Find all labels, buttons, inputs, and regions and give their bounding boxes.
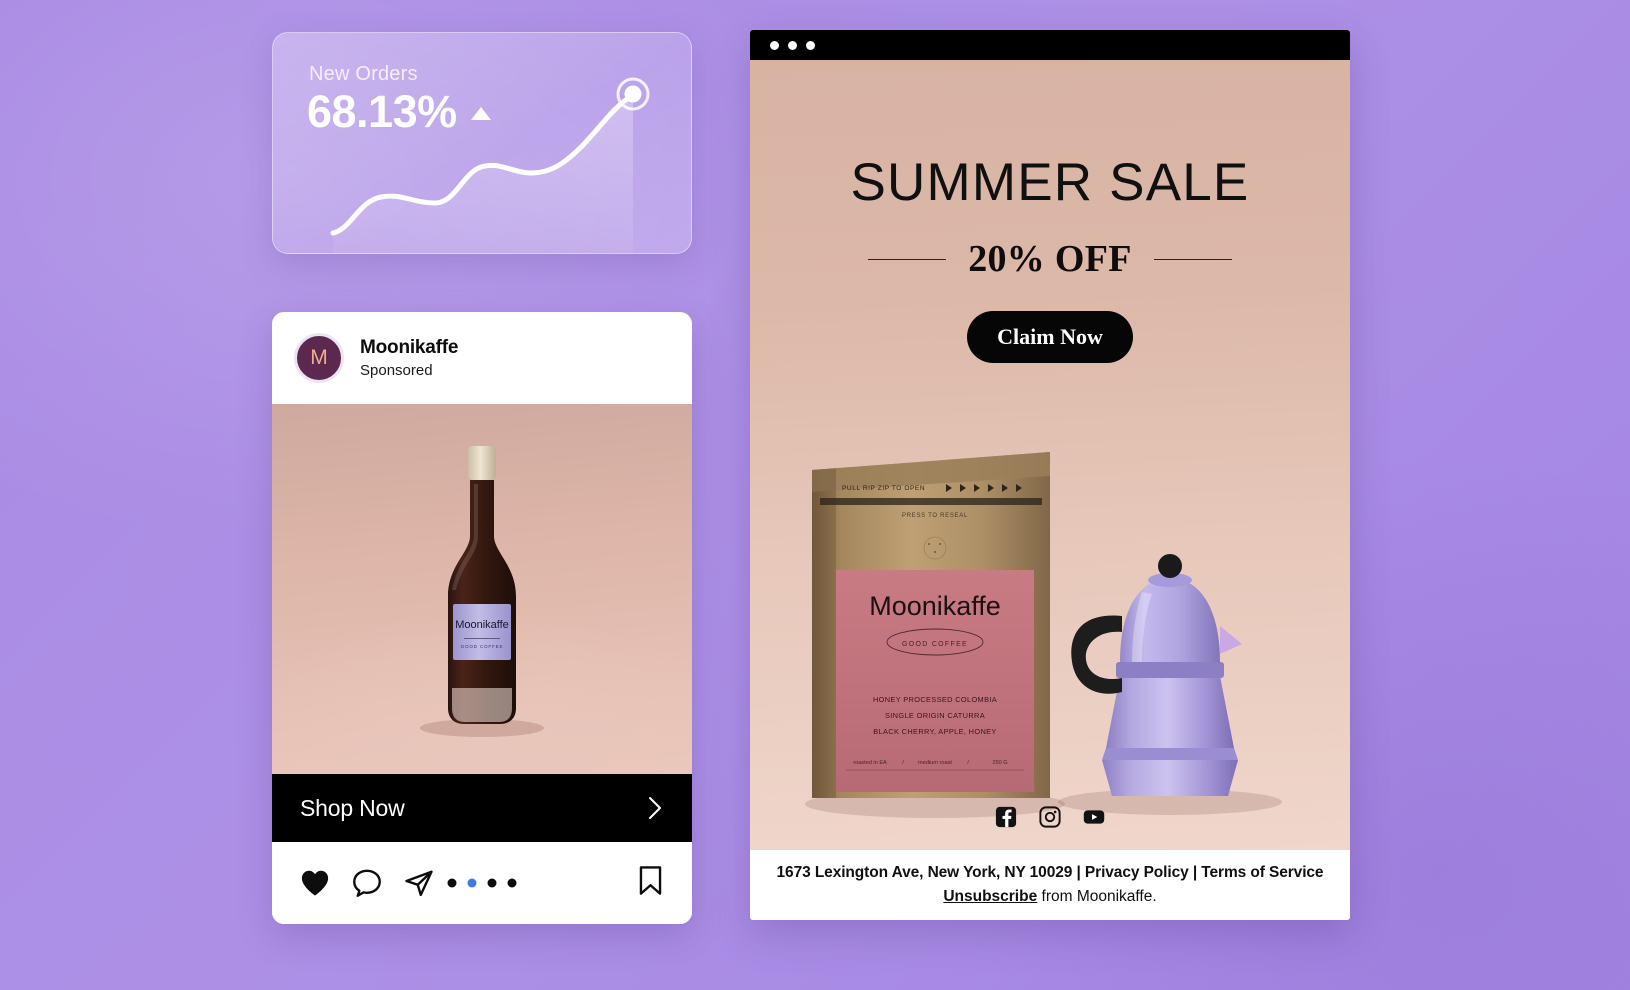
claim-now-button[interactable]: Claim Now: [967, 311, 1133, 363]
bag-detail-line: BLACK CHERRY, APPLE, HONEY: [873, 727, 996, 736]
bag-zip-text: PULL RIP ZIP TO OPEN: [842, 485, 925, 492]
stat-value: 68.13%: [307, 86, 457, 137]
pot-lower-body: [1106, 676, 1234, 748]
bottle-base-highlight: [452, 688, 512, 722]
pot-middle-band: [1116, 662, 1224, 678]
post-product-image[interactable]: Moonikaffe GOOD COFFEE: [272, 404, 692, 774]
new-orders-stat-card: New Orders 68.13%: [272, 32, 692, 254]
triangle-up-icon: [470, 107, 491, 120]
window-dot[interactable]: [788, 40, 797, 50]
email-body: SUMMER SALE 20% OFF Claim Now PULL RIP Z…: [750, 60, 1350, 850]
pot-spout: [1220, 626, 1242, 654]
carousel-dot-active[interactable]: [467, 878, 477, 888]
bottle-label-brand: Moonikaffe: [455, 619, 509, 631]
youtube-icon[interactable]: [1083, 806, 1105, 828]
carousel-dot[interactable]: [447, 878, 457, 888]
instagram-icon[interactable]: [1039, 806, 1061, 828]
post-account-name[interactable]: Moonikaffe: [360, 337, 458, 359]
coffee-bottle-illustration: Moonikaffe GOOD COFFEE: [420, 446, 544, 737]
email-headline: SUMMER SALE: [850, 153, 1250, 212]
product-illustration: PULL RIP ZIP TO OPEN PRESS TO RESEAL Moo…: [805, 452, 1282, 818]
bookmark-icon[interactable]: [637, 865, 664, 896]
bag-side-gusset: [812, 468, 836, 798]
social-post-card: M Moonikaffe Sponsored Moonikaffe GOOD C…: [272, 312, 692, 924]
coffee-bag: PULL RIP ZIP TO OPEN PRESS TO RESEAL Moo…: [812, 452, 1050, 798]
email-subheadline-row: 20% OFF: [750, 237, 1350, 281]
bookmark-icon-wrap[interactable]: [637, 865, 664, 901]
bag-footer-left: roasted in EA: [853, 760, 887, 766]
bottle-label-rule: [464, 638, 500, 639]
unsubscribe-rest: from Moonikaffe.: [1037, 888, 1157, 905]
bag-label-sub: GOOD COFFEE: [902, 641, 968, 648]
divider-line-right: [1153, 258, 1232, 260]
bag-detail-line: HONEY PROCESSED COLOMBIA: [873, 695, 997, 704]
post-sponsored-label: Sponsored: [360, 362, 433, 379]
email-window-titlebar: [750, 30, 1350, 60]
post-header-text: Moonikaffe Sponsored: [360, 337, 458, 379]
left-column: New Orders 68.13% M Moonikaffe Sponsored: [272, 32, 692, 924]
post-action-icons: [300, 868, 434, 898]
bottle-label-sub: GOOD COFFEE: [461, 644, 504, 649]
chevron-right-icon[interactable]: [646, 795, 664, 821]
pot-base: [1102, 760, 1238, 796]
avatar[interactable]: M: [294, 333, 344, 383]
email-preview-card: SUMMER SALE 20% OFF Claim Now PULL RIP Z…: [750, 30, 1350, 920]
pot-knob: [1158, 554, 1182, 578]
carousel-dot[interactable]: [507, 878, 517, 888]
bag-footer-right: 250 G: [992, 760, 1007, 766]
facebook-icon[interactable]: [995, 806, 1017, 828]
pot-handle: [1071, 615, 1122, 694]
bag-reseal-text: PRESS TO RESEAL: [902, 513, 968, 519]
bag-detail-line: SINGLE ORIGIN CATURRA: [885, 711, 985, 720]
bag-footer-mid: medium roast: [918, 760, 952, 766]
like-icon[interactable]: [300, 869, 330, 897]
email-social-icons: [750, 806, 1350, 828]
divider-line-left: [868, 258, 947, 260]
share-icon[interactable]: [404, 868, 434, 898]
bottle-label: [453, 604, 511, 660]
pot-base-rim: [1102, 748, 1238, 760]
footer-unsubscribe-line: Unsubscribe from Moonikaffe.: [943, 888, 1156, 906]
bottle-cork: [468, 446, 496, 480]
shop-now-label: Shop Now: [300, 794, 405, 821]
bag-zip-strip: [820, 498, 1042, 505]
shop-now-cta-bar[interactable]: Shop Now: [272, 774, 692, 842]
bottle-body: [448, 480, 516, 724]
email-subheadline: 20% OFF: [968, 238, 1132, 280]
email-footer: 1673 Lexington Ave, New York, NY 10029 |…: [750, 850, 1350, 920]
post-action-bar: [272, 842, 692, 924]
window-dot[interactable]: [806, 40, 815, 50]
sparkline-endpoint-dot: [624, 85, 642, 103]
carousel-dots[interactable]: [447, 878, 517, 888]
stat-value-row: 68.13%: [307, 89, 491, 134]
avatar-letter: M: [310, 346, 328, 369]
comment-icon[interactable]: [352, 868, 382, 898]
stat-label: New Orders: [309, 63, 418, 85]
bag-label-brand: Moonikaffe: [869, 591, 1001, 621]
window-dot[interactable]: [770, 40, 779, 50]
unsubscribe-link[interactable]: Unsubscribe: [943, 888, 1037, 905]
email-product-photo: PULL RIP ZIP TO OPEN PRESS TO RESEAL Moo…: [750, 430, 1350, 850]
footer-address-line: 1673 Lexington Ave, New York, NY 10029 |…: [776, 864, 1324, 881]
post-header: M Moonikaffe Sponsored: [272, 312, 692, 404]
moka-pot: [1071, 554, 1242, 796]
carousel-dot[interactable]: [487, 878, 497, 888]
